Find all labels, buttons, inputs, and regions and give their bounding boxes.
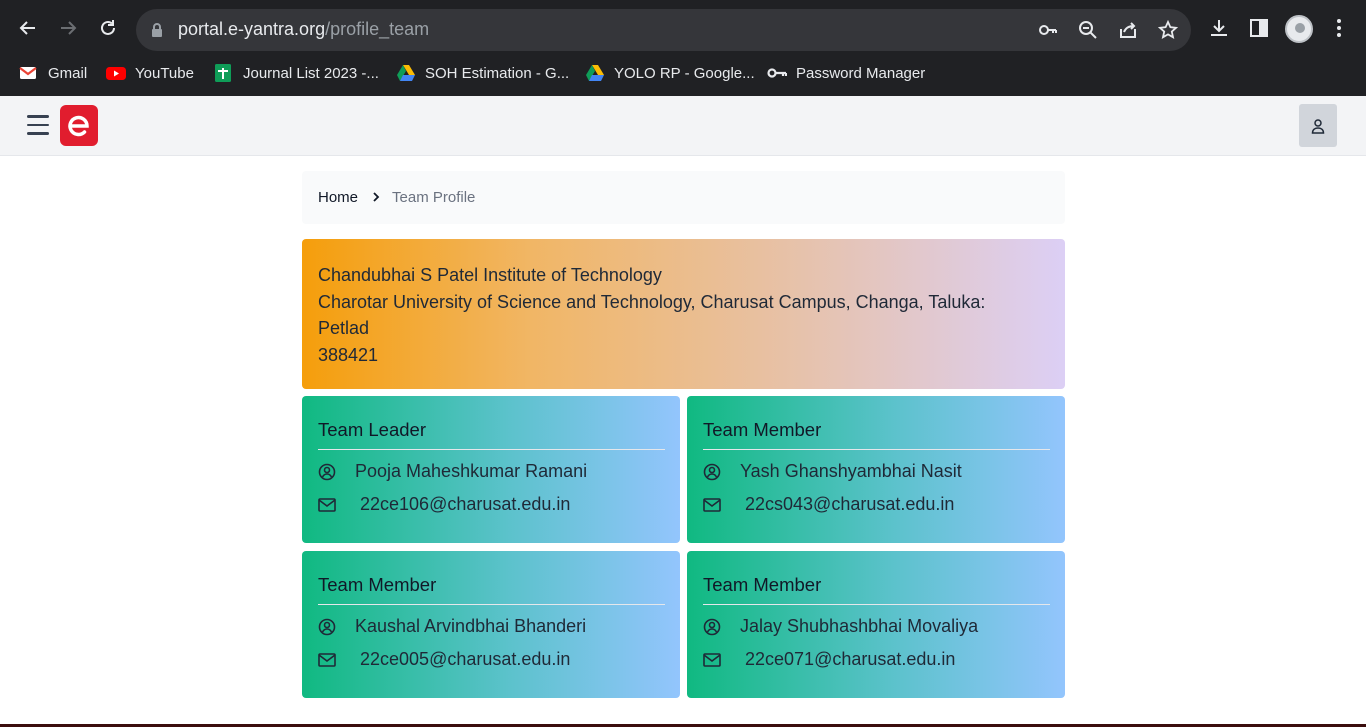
bookmark-gmail[interactable]: Gmail bbox=[19, 62, 87, 84]
bookmark-yolo-rp[interactable]: YOLO RP - Google... bbox=[585, 62, 755, 84]
member-name: Jalay Shubhashbhai Movaliya bbox=[740, 616, 979, 636]
chevron-right-icon bbox=[372, 190, 380, 205]
drive-icon bbox=[585, 64, 604, 82]
bookmark-label: YOLO RP - Google... bbox=[614, 64, 755, 82]
back-button[interactable] bbox=[14, 14, 42, 42]
star-icon[interactable] bbox=[1157, 19, 1179, 41]
share-icon[interactable] bbox=[1117, 19, 1139, 41]
address-bar[interactable]: portal.e-yantra.org/profile_team bbox=[136, 9, 1191, 51]
member-email: 22cs043@charusat.edu.in bbox=[745, 494, 955, 514]
bookmarks-bar: Gmail YouTube Journal List 2023 -... SOH… bbox=[0, 58, 1366, 88]
member-role: Team Leader bbox=[318, 419, 665, 450]
taluka: Petlad bbox=[318, 318, 370, 338]
institute-card: Chandubhai S Patel Institute of Technolo… bbox=[302, 239, 1065, 389]
member-name: Kaushal Arvindbhai Bhanderi bbox=[355, 616, 587, 636]
user-circle-icon bbox=[703, 463, 721, 481]
user-circle-icon bbox=[318, 463, 336, 481]
menu-dots-icon[interactable] bbox=[1326, 15, 1352, 41]
institute-name: Chandubhai S Patel Institute of Technolo… bbox=[318, 265, 662, 285]
mail-icon bbox=[703, 651, 721, 669]
sheets-icon bbox=[214, 64, 232, 82]
user-icon bbox=[1311, 118, 1325, 134]
zoom-icon[interactable] bbox=[1077, 19, 1099, 41]
bookmark-journal-list[interactable]: Journal List 2023 -... bbox=[214, 62, 379, 84]
mail-icon bbox=[318, 496, 336, 514]
mail-icon bbox=[318, 651, 336, 669]
youtube-icon bbox=[106, 64, 126, 82]
bookmark-label: Gmail bbox=[48, 64, 88, 82]
member-email: 22ce071@charusat.edu.in bbox=[745, 649, 956, 669]
download-icon[interactable] bbox=[1206, 15, 1232, 41]
member-email: 22ce005@charusat.edu.in bbox=[360, 649, 571, 669]
gmail-icon bbox=[19, 64, 37, 82]
site-header bbox=[0, 96, 1366, 156]
lock-icon[interactable] bbox=[150, 22, 164, 38]
user-circle-icon bbox=[318, 618, 336, 636]
bookmark-label: Journal List 2023 -... bbox=[243, 64, 379, 82]
member-role: Team Member bbox=[318, 574, 665, 605]
bookmark-soh-estimation[interactable]: SOH Estimation - G... bbox=[396, 62, 569, 84]
member-role: Team Member bbox=[703, 419, 1050, 450]
member-card: Team Member Kaushal Arvindbhai Bhanderi … bbox=[302, 551, 680, 698]
member-name: Yash Ghanshyambhai Nasit bbox=[740, 461, 962, 481]
forward-arrow-icon bbox=[61, 21, 77, 35]
back-arrow-icon bbox=[19, 21, 35, 35]
forward-button[interactable] bbox=[54, 14, 82, 42]
profile-avatar[interactable] bbox=[1285, 15, 1313, 43]
member-name: Pooja Maheshkumar Ramani bbox=[355, 461, 588, 481]
member-role: Team Member bbox=[703, 574, 1050, 605]
breadcrumb-current: Team Profile bbox=[392, 189, 476, 206]
member-card: Team Member Jalay Shubhashbhai Movaliya … bbox=[687, 551, 1065, 698]
side-panel-icon[interactable] bbox=[1246, 15, 1272, 41]
pincode: 388421 bbox=[318, 344, 379, 365]
member-card: Team Leader Pooja Maheshkumar Ramani 22c… bbox=[302, 396, 680, 543]
url-text[interactable]: portal.e-yantra.org/profile_team bbox=[178, 19, 429, 40]
member-email: 22ce106@charusat.edu.in bbox=[360, 494, 571, 514]
url-domain: portal.e-yantra.org bbox=[178, 19, 326, 39]
url-path: /profile_team bbox=[325, 19, 430, 39]
hamburger-menu-icon[interactable] bbox=[27, 115, 49, 135]
user-circle-icon bbox=[703, 618, 721, 636]
team-members-grid: Team Leader Pooja Maheshkumar Ramani 22c… bbox=[302, 396, 1065, 698]
bookmark-youtube[interactable]: YouTube bbox=[106, 62, 194, 84]
key-icon bbox=[767, 64, 788, 82]
main-content: Home Team Profile Chandubhai S Patel Ins… bbox=[302, 171, 1065, 698]
key-icon[interactable] bbox=[1037, 19, 1059, 41]
reload-button[interactable] bbox=[94, 14, 122, 42]
browser-toolbar: portal.e-yantra.org/profile_team bbox=[0, 0, 1366, 58]
university-address: Charotar University of Science and Techn… bbox=[318, 291, 986, 312]
bookmark-label: Password Manager bbox=[796, 64, 926, 82]
mail-icon bbox=[703, 496, 721, 514]
e-yantra-logo[interactable] bbox=[60, 105, 98, 146]
browser-chrome: portal.e-yantra.org/profile_team Gmail Y… bbox=[0, 0, 1366, 96]
breadcrumb: Home Team Profile bbox=[302, 171, 1065, 224]
reload-icon bbox=[101, 20, 115, 35]
member-card: Team Member Yash Ghanshyambhai Nasit 22c… bbox=[687, 396, 1065, 543]
bookmark-label: SOH Estimation - G... bbox=[425, 64, 570, 82]
drive-icon bbox=[396, 64, 415, 82]
bookmark-password-manager[interactable]: Password Manager bbox=[767, 62, 925, 84]
bookmark-label: YouTube bbox=[135, 64, 194, 82]
breadcrumb-home-link[interactable]: Home bbox=[318, 189, 358, 206]
user-account-button[interactable] bbox=[1299, 104, 1337, 147]
